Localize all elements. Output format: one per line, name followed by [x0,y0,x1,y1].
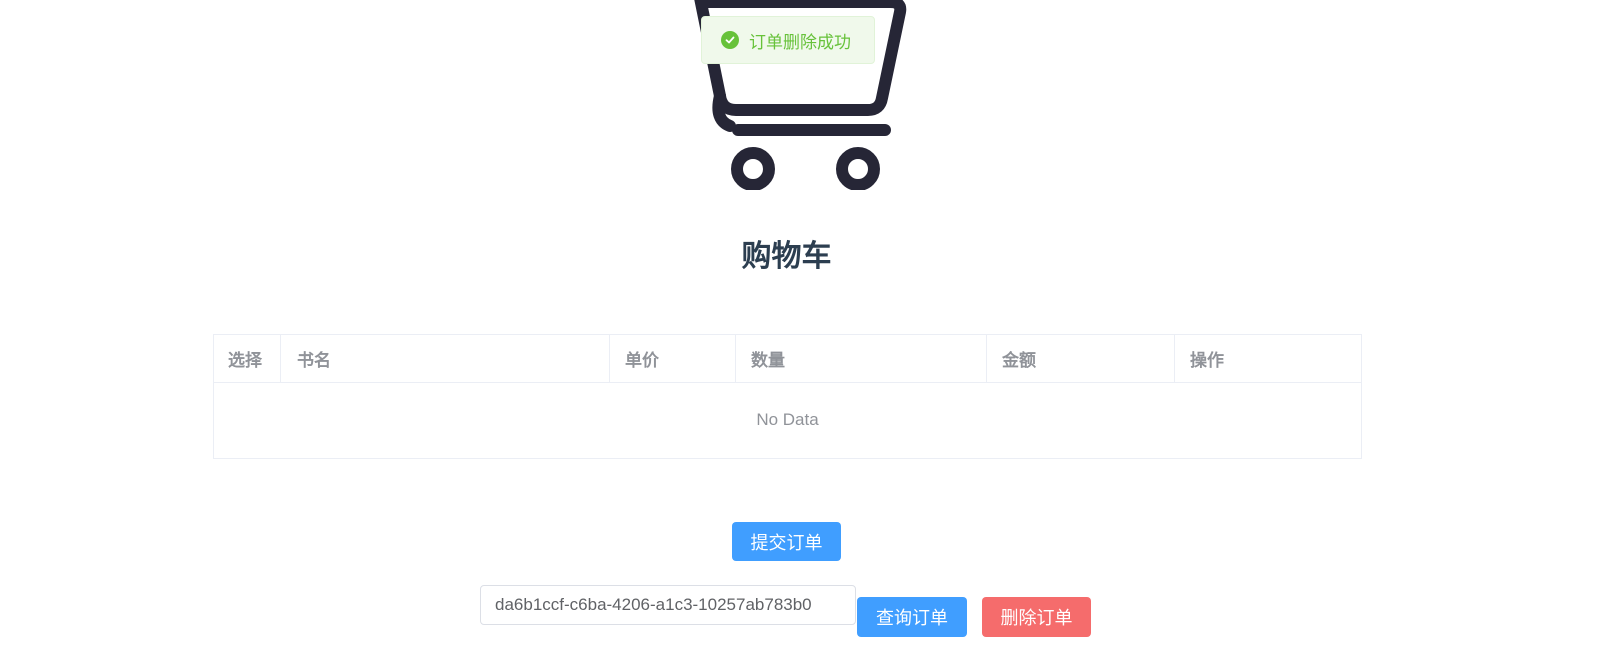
submit-order-button[interactable]: 提交订单 [732,522,841,561]
success-toast: 订单删除成功 [701,16,875,64]
table-header: 选择 书名 单价 数量 金额 操作 [214,335,1361,383]
check-circle-icon [721,31,739,49]
order-id-input[interactable] [480,585,856,625]
column-header-unit-price[interactable]: 单价 [610,335,736,382]
cart-table: 选择 书名 单价 数量 金额 操作 No Data [213,334,1362,459]
page-title: 购物车 [741,240,832,273]
column-header-book-name[interactable]: 书名 [281,335,610,382]
delete-order-button[interactable]: 删除订单 [982,597,1091,637]
column-header-select[interactable]: 选择 [214,335,281,382]
query-order-button[interactable]: 查询订单 [857,597,967,637]
toast-message: 订单删除成功 [749,32,851,52]
table-empty-text: No Data [756,410,819,429]
column-header-quantity[interactable]: 数量 [736,335,987,382]
column-header-actions[interactable]: 操作 [1175,335,1361,382]
column-header-amount[interactable]: 金额 [987,335,1175,382]
